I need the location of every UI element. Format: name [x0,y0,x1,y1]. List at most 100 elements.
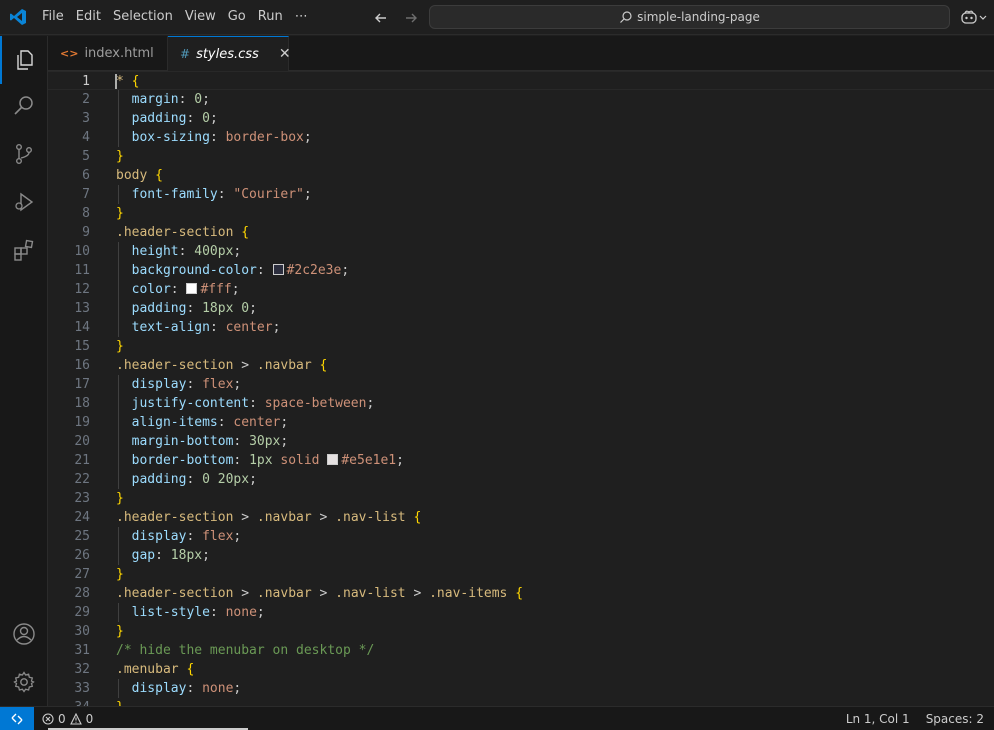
code-line[interactable]: 2 margin: 0; [48,90,994,109]
code-token: > [311,586,336,601]
code-line[interactable]: 21 border-bottom: 1px solid #e5e1e1; [48,451,994,470]
code-line[interactable]: 18 justify-content: space-between; [48,394,994,413]
color-swatch[interactable] [186,283,198,294]
code-token: } [116,149,124,164]
code-token: 18px [170,548,203,563]
code-line[interactable]: 13 padding: 18px 0; [48,299,994,318]
code-text: .header-section > .navbar > .nav-list { [116,508,421,527]
code-text: gap: 18px; [116,546,210,565]
line-number: 3 [82,111,90,126]
line-number: 19 [74,415,90,430]
cursor-position[interactable]: Ln 1, Col 1 [846,712,910,726]
code-line[interactable]: 3 padding: 0; [48,109,994,128]
code-token: box-sizing [131,130,210,145]
code-line[interactable]: 22 padding: 0 20px; [48,470,994,489]
forward-arrow-icon[interactable] [400,7,422,29]
code-text: height: 400px; [116,242,242,261]
code-token: ; [249,472,257,487]
code-token: { [319,358,328,373]
code-line[interactable]: 10 height: 400px; [48,242,994,261]
code-line[interactable]: 1 * { [48,71,994,90]
code-line[interactable]: 24 .header-section > .navbar > .nav-list … [48,508,994,527]
close-icon[interactable]: ✕ [279,46,291,62]
code-text: text-align: center; [116,318,281,337]
account-icon[interactable] [0,610,48,658]
code-line[interactable]: 33 display: none; [48,679,994,698]
code-token: 400px [194,244,234,259]
gear-icon[interactable] [0,658,48,706]
code-line[interactable]: 9 .header-section { [48,223,994,242]
code-text: } [116,337,124,356]
code-line[interactable]: 11 background-color: #2c2e3e; [48,261,994,280]
menu-item-view[interactable]: View [179,5,222,29]
code-token: justify-content [131,396,250,411]
code-line[interactable]: 8} [48,204,994,223]
search-icon [620,11,632,23]
code-token: display [131,529,187,544]
code-line[interactable]: 28 .header-section > .navbar > .nav-list … [48,584,994,603]
code-line[interactable]: 27} [48,565,994,584]
code-token: ; [303,130,312,145]
code-token: ; [231,282,240,297]
copilot-icon[interactable] [960,6,994,28]
line-number: 6 [82,168,90,183]
line-number: 7 [82,187,90,202]
code-line[interactable]: 19 align-items: center; [48,413,994,432]
run-and-debug-icon[interactable] [0,178,48,226]
code-line[interactable]: 6 body { [48,166,994,185]
menu-item-go[interactable]: Go [222,5,252,29]
code-line[interactable]: 4 box-sizing: border-box; [48,128,994,147]
code-token: { [413,510,422,525]
code-line[interactable]: 17 display: flex; [48,375,994,394]
code-text: } [116,489,124,508]
code-token: { [155,168,163,183]
code-token: height [131,244,179,259]
code-token: : [155,548,171,563]
command-center-search[interactable]: simple-landing-page [429,5,950,29]
code-line[interactable]: 7 font-family: "Courier"; [48,185,994,204]
code-text: font-family: "Courier"; [116,185,312,204]
line-number: 34 [48,698,90,706]
code-line[interactable]: 34} [48,698,994,706]
code-line[interactable]: 29 list-style: none; [48,603,994,622]
tab-index-html[interactable]: <> index.html [48,36,168,71]
color-swatch[interactable] [327,454,339,465]
back-arrow-icon[interactable] [370,7,392,29]
line-number: 14 [74,320,90,335]
code-line[interactable]: 16 .header-section > .navbar { [48,356,994,375]
tab-styles-css[interactable]: # styles.css ✕ [168,36,291,71]
color-swatch[interactable] [272,264,284,275]
menu-item-edit[interactable]: Edit [70,5,107,29]
code-line[interactable]: 32 .menubar { [48,660,994,679]
code-line[interactable]: 5} [48,147,994,166]
code-token: ; [209,111,218,126]
indentation-setting[interactable]: Spaces: 2 [926,712,984,726]
code-line[interactable]: 14 text-align: center; [48,318,994,337]
code-token: ; [272,320,281,335]
menu-item-selection[interactable]: Selection [107,5,179,29]
code-line[interactable]: 26 gap: 18px; [48,546,994,565]
code-line[interactable]: 15} [48,337,994,356]
code-line[interactable]: 20 margin-bottom: 30px; [48,432,994,451]
more-menu-icon[interactable]: ⋯ [289,5,314,29]
menu-item-file[interactable]: File [36,5,70,29]
code-text: } [116,698,124,706]
remote-indicator-icon[interactable] [0,707,34,730]
problems-indicator[interactable]: 0 0 [42,712,93,726]
code-line[interactable]: 12 color: #fff; [48,280,994,299]
code-token: text-align [131,320,210,335]
explorer-icon[interactable] [0,36,48,84]
source-control-icon[interactable] [0,130,48,178]
error-icon [42,712,54,725]
extensions-icon[interactable] [0,226,48,274]
code-token: : [233,434,250,449]
menu-item-run[interactable]: Run [252,5,289,29]
code-token: { [186,662,195,677]
code-editor[interactable]: 1 * {2 margin: 0; 3 padding: 0; 4 box-sizin… [48,71,994,706]
code-line[interactable]: 30} [48,622,994,641]
code-line[interactable]: 25 display: flex; [48,527,994,546]
code-line[interactable]: 31 /* hide the menubar on desktop */ [48,641,994,660]
search-icon[interactable] [0,82,48,130]
line-number: 18 [74,396,90,411]
code-line[interactable]: 23} [48,489,994,508]
